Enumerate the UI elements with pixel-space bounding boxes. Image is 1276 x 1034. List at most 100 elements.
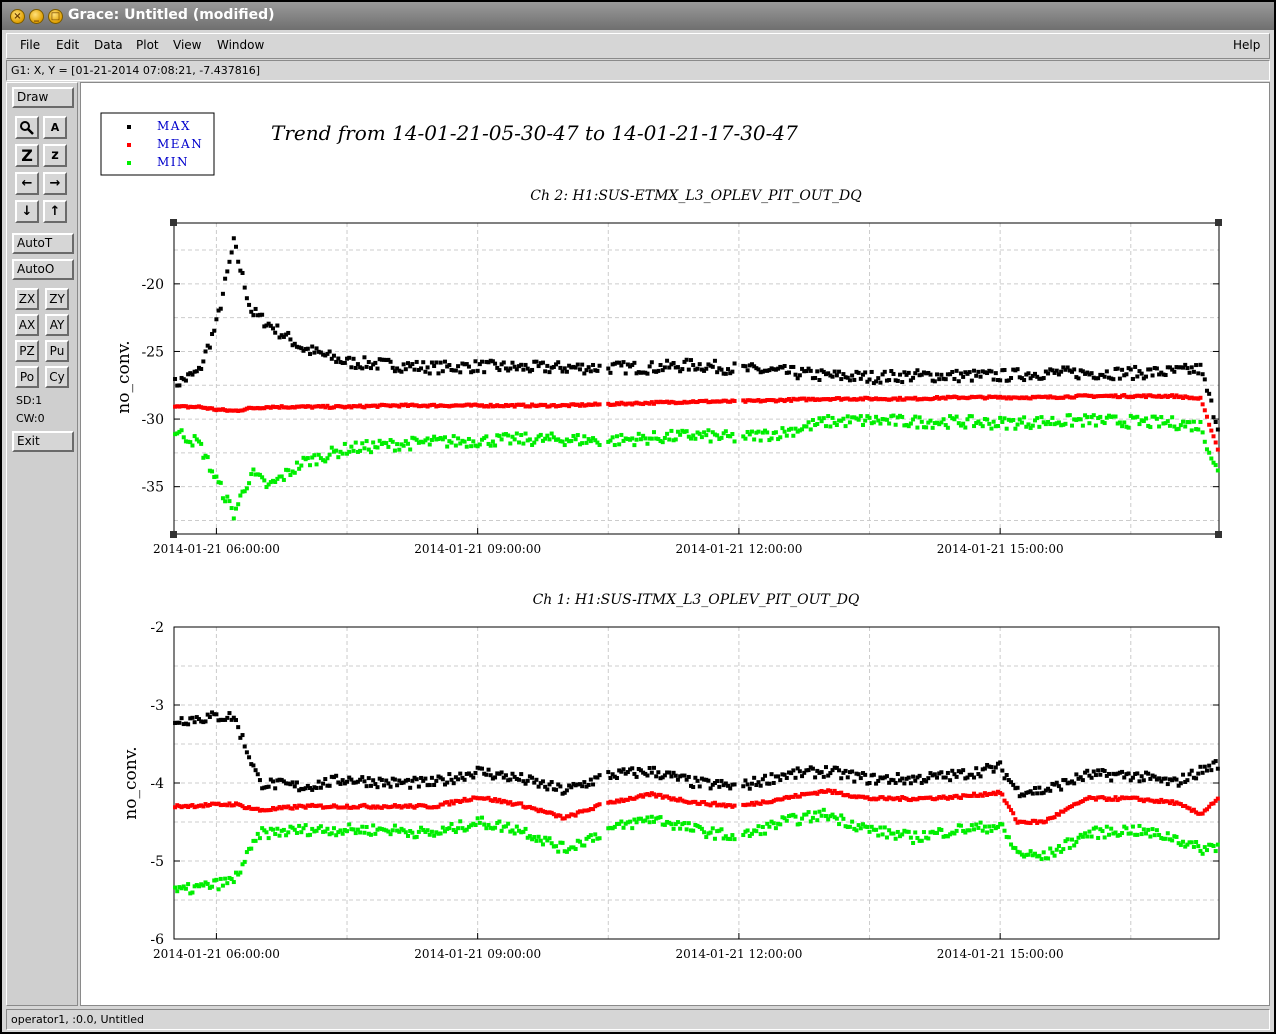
data-point: [745, 782, 750, 787]
menu-window[interactable]: Window: [217, 38, 264, 52]
data-point: [201, 359, 206, 364]
data-point: [1189, 768, 1194, 773]
data-point: [227, 711, 232, 716]
data-point: [893, 780, 898, 785]
data-point: [782, 429, 787, 434]
data-point: [597, 836, 602, 841]
data-point: [815, 369, 820, 374]
data-point: [758, 783, 763, 788]
data-point: [456, 436, 461, 441]
scroll-left-button[interactable]: ←: [15, 172, 39, 195]
data-point: [1198, 395, 1203, 400]
data-point: [519, 362, 524, 367]
data-point: [686, 367, 691, 372]
cy-button[interactable]: Cy: [45, 366, 69, 388]
minimize-icon[interactable]: _: [29, 9, 44, 24]
data-point: [691, 363, 696, 368]
data-point: [882, 369, 887, 374]
data-point: [917, 773, 922, 778]
po-button[interactable]: Po: [15, 366, 39, 388]
close-icon[interactable]: ×: [10, 9, 25, 24]
data-point: [649, 436, 654, 441]
data-point: [1150, 373, 1155, 378]
panel1-plot-area[interactable]: -20 -25 -30 -35 2014-01-21 06:00:00 2014-01-2…: [141, 222, 1220, 556]
data-point: [405, 833, 410, 838]
data-point: [512, 437, 517, 442]
data-point: [247, 755, 252, 760]
data-point: [993, 765, 998, 770]
panel1-handle-br[interactable]: [1215, 531, 1222, 538]
data-point: [390, 439, 395, 444]
data-point: [1048, 422, 1053, 427]
zoom-out-button[interactable]: z: [43, 144, 67, 167]
scroll-right-button[interactable]: →: [43, 172, 67, 195]
data-point: [935, 372, 940, 377]
panel1-handle-tl[interactable]: [170, 219, 177, 226]
zx-button[interactable]: ZX: [15, 288, 39, 310]
data-point: [647, 364, 652, 369]
data-point: [342, 441, 347, 446]
pu-button[interactable]: Pu: [45, 340, 69, 362]
autoo-button[interactable]: AutoO: [12, 259, 74, 280]
data-point: [577, 367, 582, 372]
data-point: [233, 244, 238, 249]
data-point: [847, 378, 852, 383]
panel1-handle-bl[interactable]: [170, 531, 177, 538]
title-bar[interactable]: × _ □ Grace: Untitled (modified): [2, 2, 1274, 30]
x-tick-label: 2014-01-21 06:00:00: [153, 947, 280, 961]
data-point: [582, 843, 587, 848]
data-point: [810, 766, 815, 771]
data-point: [506, 433, 511, 438]
data-point: [345, 829, 350, 834]
plot-canvas[interactable]: MAX MEAN MIN Trend from 14-01-21-05-30-4…: [80, 82, 1270, 1006]
data-point: [545, 363, 550, 368]
data-point: [732, 837, 737, 842]
panel1-handle-tr[interactable]: [1215, 219, 1222, 226]
data-point: [1104, 824, 1109, 829]
panel2-plot-area[interactable]: -2 -3 -4 -5 -62014-01-21 06:00:00 2014-01-21 …: [150, 620, 1220, 961]
data-point: [447, 826, 452, 831]
menu-help[interactable]: Help: [1233, 38, 1260, 52]
menu-view[interactable]: View: [173, 38, 201, 52]
data-point: [991, 419, 996, 424]
zoom-in-button[interactable]: Z: [15, 144, 39, 167]
scroll-down-button[interactable]: ↓: [15, 200, 39, 223]
zoom-button[interactable]: [15, 116, 39, 139]
data-point: [1041, 850, 1046, 855]
data-point: [375, 445, 380, 450]
data-point: [911, 840, 916, 845]
data-point: [634, 820, 639, 825]
data-point: [847, 824, 852, 829]
data-point: [1139, 371, 1144, 376]
menu-file[interactable]: File: [20, 38, 40, 52]
data-point: [368, 450, 373, 455]
scroll-up-button[interactable]: ↑: [43, 200, 67, 223]
text-zoom-button[interactable]: A: [43, 116, 67, 139]
menu-plot[interactable]: Plot: [136, 38, 159, 52]
data-point: [730, 833, 735, 838]
data-point: [340, 831, 345, 836]
autot-button[interactable]: AutoT: [12, 233, 74, 254]
data-point: [536, 784, 541, 789]
zy-button[interactable]: ZY: [45, 288, 69, 310]
arrow-up-icon: ↑: [49, 204, 61, 219]
data-point: [405, 777, 410, 782]
data-point: [1009, 376, 1014, 381]
data-point: [784, 775, 789, 780]
data-point: [782, 364, 787, 369]
data-point: [405, 441, 410, 446]
exit-button[interactable]: Exit: [12, 431, 74, 452]
data-point: [1148, 834, 1153, 839]
data-point: [843, 424, 848, 429]
maximize-icon[interactable]: □: [48, 9, 63, 24]
data-point: [1202, 439, 1207, 444]
data-point: [1085, 768, 1090, 773]
ax-button[interactable]: AX: [15, 314, 39, 336]
data-point: [499, 828, 504, 833]
data-point: [1035, 416, 1040, 421]
pz-button[interactable]: PZ: [15, 340, 39, 362]
menu-edit[interactable]: Edit: [56, 38, 79, 52]
menu-data[interactable]: Data: [94, 38, 123, 52]
draw-button[interactable]: Draw: [12, 87, 74, 108]
ay-button[interactable]: AY: [45, 314, 69, 336]
